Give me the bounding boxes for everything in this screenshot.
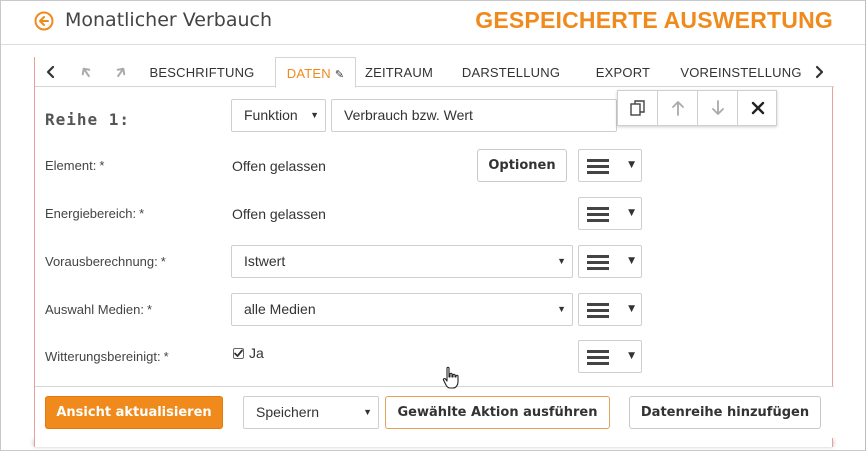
options-button[interactable]: Optionen (477, 149, 567, 182)
series-value-select[interactable]: Verbrauch bzw. Wert (331, 99, 617, 132)
execute-action-button[interactable]: Gewählte Aktion ausführen (385, 396, 610, 429)
series-toolbox (617, 90, 777, 126)
menu-icon (587, 207, 609, 222)
refresh-view-button[interactable]: Ansicht aktualisieren (45, 396, 223, 429)
element-menu-select[interactable]: ▼ (578, 149, 642, 182)
tab-bar: BESCHRIFTUNG DATEN ✎ ZEITRAUM DARSTELLUNG… (35, 57, 834, 88)
move-down-button[interactable] (698, 91, 738, 125)
vorausberechnung-select[interactable]: Istwert ▼ (231, 245, 573, 278)
series-label: Reihe 1: (45, 110, 131, 129)
menu-icon (587, 350, 609, 365)
vorausberechnung-value: Istwert (244, 253, 286, 269)
medien-menu-select[interactable]: ▼ (578, 293, 642, 326)
caret-down-icon: ▼ (628, 351, 635, 361)
menu-icon (587, 255, 609, 270)
tab-voreinstellung[interactable]: VOREINSTELLUNG (677, 57, 805, 88)
action-bar: Ansicht aktualisieren Speichern ▼ Gewähl… (35, 386, 834, 438)
medien-value: alle Medien (244, 301, 316, 317)
tab-export[interactable]: EXPORT (583, 57, 663, 88)
add-series-button[interactable]: Datenreihe hinzufügen (629, 396, 821, 429)
chevron-left-icon[interactable] (43, 63, 59, 81)
tab-beschriftung[interactable]: BESCHRIFTUNG (143, 57, 261, 88)
pin-icon: ✎ (334, 69, 345, 81)
action-select[interactable]: Speichern ▼ (243, 396, 379, 429)
caret-down-icon: ▼ (557, 304, 566, 314)
menu-icon (587, 303, 609, 318)
remove-series-button[interactable] (738, 91, 778, 125)
move-up-button[interactable] (658, 91, 698, 125)
energiebereich-label: Energiebereich: * (45, 206, 145, 221)
caret-down-icon: ▼ (628, 256, 635, 266)
caret-down-icon: ▼ (628, 160, 635, 170)
energiebereich-value: Offen gelassen (232, 206, 326, 222)
caret-down-icon: ▼ (310, 110, 319, 120)
chevron-right-icon[interactable] (811, 63, 827, 81)
page-title: Monatlicher Verbauch (65, 9, 272, 31)
vorausberechnung-label: Vorausberechnung: * (45, 254, 166, 269)
tab-daten[interactable]: DATEN ✎ (275, 57, 356, 88)
caret-down-icon: ▼ (557, 256, 566, 266)
series-type-value: Funktion (244, 107, 298, 123)
element-value: Offen gelassen (232, 158, 326, 174)
vorausberechnung-menu-select[interactable]: ▼ (578, 245, 642, 278)
caret-down-icon: ▼ (628, 208, 635, 218)
caret-down-icon: ▼ (628, 304, 635, 314)
tab-zeitraum[interactable]: ZEITRAUM (357, 57, 441, 88)
menu-icon (587, 159, 609, 174)
settings-card: BESCHRIFTUNG DATEN ✎ ZEITRAUM DARSTELLUNG… (34, 57, 834, 447)
element-label: Element: * (45, 158, 105, 173)
hand-cursor-icon (442, 366, 459, 389)
close-icon (751, 101, 765, 115)
action-select-value: Speichern (256, 404, 320, 420)
series-type-select[interactable]: Funktion ▼ (231, 99, 326, 132)
redo-icon[interactable] (113, 63, 129, 81)
series-form: Reihe 1: Funktion ▼ Verbrauch bzw. Wert (35, 88, 834, 386)
witterung-check-label: Ja (249, 345, 264, 361)
copy-icon (630, 100, 645, 116)
arrow-up-icon (672, 101, 684, 116)
witterung-menu-select[interactable]: ▼ (578, 340, 642, 373)
page: Monatlicher Verbauch GESPEICHERTE AUSWER… (0, 0, 866, 451)
checkmark-icon (234, 349, 243, 357)
undo-icon[interactable] (78, 63, 94, 81)
energiebereich-menu-select[interactable]: ▼ (578, 197, 642, 230)
page-header: Monatlicher Verbauch GESPEICHERTE AUSWER… (1, 1, 865, 45)
series-value: Verbrauch bzw. Wert (344, 107, 473, 123)
medien-label: Auswahl Medien: * (45, 302, 153, 317)
back-arrow-icon[interactable] (34, 11, 54, 31)
copy-button[interactable] (618, 91, 658, 125)
arrow-down-icon (712, 100, 724, 115)
caret-down-icon: ▼ (363, 407, 372, 417)
medien-select[interactable]: alle Medien ▼ (231, 293, 573, 326)
witterung-label: Witterungsbereinigt: * (45, 349, 169, 364)
tab-darstellung[interactable]: DARSTELLUNG (455, 57, 567, 88)
witterung-checkbox[interactable] (233, 348, 244, 359)
tab-daten-label: DATEN (286, 66, 331, 81)
section-title: GESPEICHERTE AUSWERTUNG (475, 7, 833, 33)
